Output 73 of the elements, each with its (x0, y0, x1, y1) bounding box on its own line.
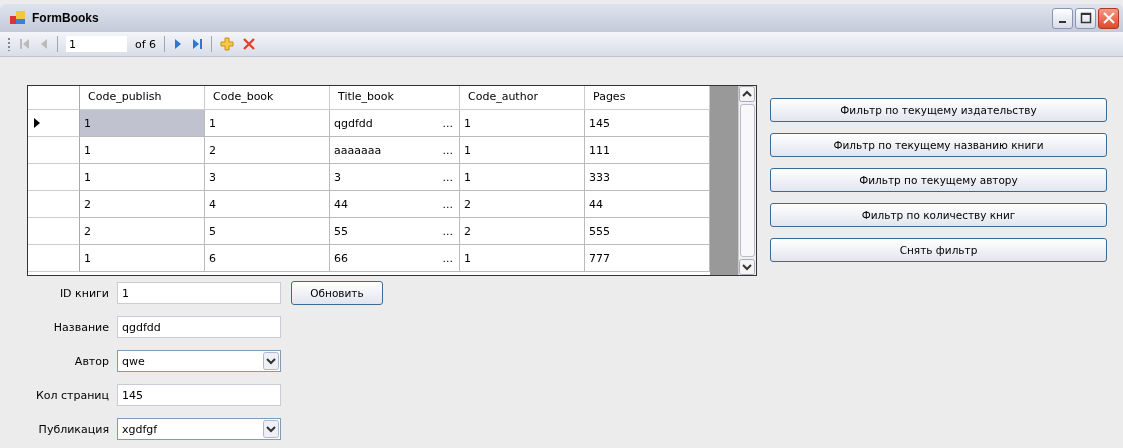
scroll-up-icon[interactable] (739, 86, 755, 102)
table-cell: 5 (205, 218, 330, 245)
combo-box[interactable]: xgdfgf (117, 418, 281, 440)
table-cell: 3 (205, 164, 330, 191)
maximize-button[interactable] (1075, 7, 1096, 29)
field-label: Название (52, 320, 110, 334)
table-cell: 2 (205, 137, 330, 164)
column-header[interactable]: Code_book (205, 86, 330, 110)
update-button[interactable]: Обновить (291, 281, 383, 305)
table-cell: 55 ... (330, 218, 460, 245)
dropdown-icon[interactable] (263, 420, 279, 438)
table-cell: aaaaaaa ... (330, 137, 460, 164)
table-cell: qgdfdd ... (330, 110, 460, 137)
position-field[interactable]: 1 (66, 36, 127, 52)
corner-header (28, 86, 80, 110)
table-cell: 1 (80, 137, 205, 164)
scroll-thumb[interactable] (740, 104, 755, 257)
window-title: FormBooks (32, 11, 99, 25)
delete-icon[interactable] (242, 37, 257, 51)
input-field[interactable]: 1 (117, 282, 281, 304)
table-cell: 2 (80, 218, 205, 245)
app-icon (10, 11, 26, 25)
ellipsis-button[interactable]: ... (442, 143, 455, 157)
combo-box[interactable]: qwe (117, 350, 281, 372)
table-cell: 3 ... (330, 164, 460, 191)
table-cell: 1 (80, 245, 205, 272)
table-cell: 2 (80, 191, 205, 218)
vertical-scrollbar[interactable] (738, 86, 756, 275)
table-cell: 1 (80, 164, 205, 191)
grip-icon (8, 37, 11, 51)
ellipsis-button[interactable]: ... (442, 170, 455, 184)
table-cell: 6 (205, 245, 330, 272)
column-header[interactable]: Pages (585, 86, 710, 110)
last-icon[interactable] (191, 38, 204, 50)
table-cell: 1 (460, 110, 585, 137)
filter-button[interactable]: Снять фильтр (770, 238, 1107, 262)
filter-button[interactable]: Фильтр по текущему названию книги (770, 133, 1107, 157)
table-cell: 4 (205, 191, 330, 218)
ellipsis-button[interactable]: ... (442, 116, 455, 130)
table-cell: 1 (205, 110, 330, 137)
field-label: Публикация (37, 422, 110, 436)
input-field[interactable]: qgdfdd (117, 316, 281, 338)
ellipsis-button[interactable]: ... (442, 224, 455, 238)
close-icon (1102, 12, 1115, 24)
table-cell: 1 (460, 245, 585, 272)
filter-button[interactable]: Фильтр по текущему автору (770, 168, 1107, 192)
minimize-button[interactable] (1052, 7, 1073, 29)
table-cell: 44 ... (330, 191, 460, 218)
ellipsis-button[interactable]: ... (442, 251, 455, 265)
filter-button[interactable]: Фильтр по количеству книг (770, 203, 1107, 227)
field-label: ID книги (58, 286, 110, 300)
row-header[interactable] (28, 110, 80, 137)
maximize-icon (1079, 12, 1092, 24)
field-label: Кол страниц (34, 388, 110, 402)
table-cell: 2 (460, 191, 585, 218)
column-header[interactable]: Code_publish (80, 86, 205, 110)
record-count: of 6 (135, 37, 157, 51)
table-cell: 1 (460, 164, 585, 191)
ellipsis-button[interactable]: ... (442, 197, 455, 211)
column-header[interactable]: Code_author (460, 86, 585, 110)
field-label: Автор (73, 354, 110, 368)
scroll-down-icon[interactable] (739, 259, 755, 275)
add-icon[interactable] (220, 37, 235, 51)
column-header[interactable]: Title_book (330, 86, 460, 110)
dropdown-icon[interactable] (263, 352, 279, 370)
table-cell: 1 (80, 110, 205, 137)
filter-button[interactable]: Фильтр по текущему издательству (770, 98, 1107, 122)
table-cell: 1 (460, 137, 585, 164)
table-cell: 66 ... (330, 245, 460, 272)
table-cell: 2 (460, 218, 585, 245)
input-field[interactable]: 145 (117, 384, 281, 406)
close-button[interactable] (1098, 7, 1119, 29)
minimize-icon (1059, 21, 1066, 23)
